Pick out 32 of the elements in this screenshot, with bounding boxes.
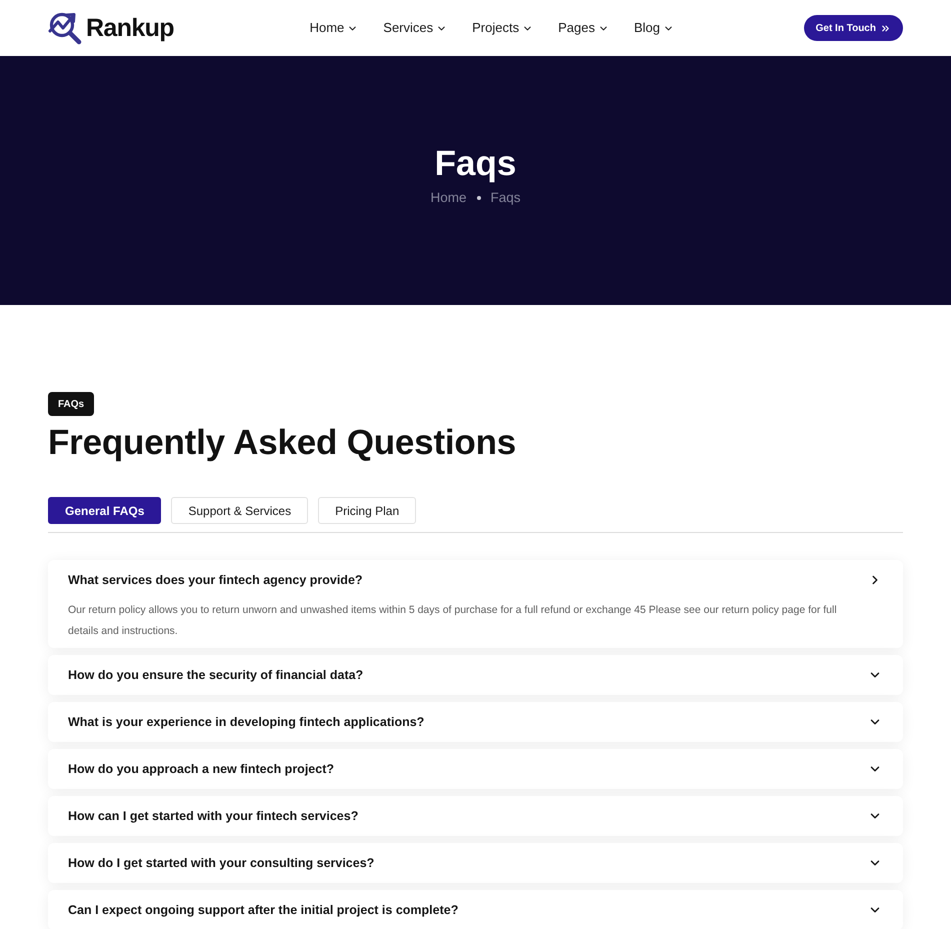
logo-magnifier-chart-icon	[48, 11, 82, 45]
breadcrumb-item: Faqs	[490, 189, 521, 207]
nav-link[interactable]: Projects	[472, 18, 534, 38]
faq-item[interactable]: How do you ensure the security of financial data?	[48, 655, 903, 695]
faq-item[interactable]: How do I get started with your consulting services?	[48, 843, 903, 883]
double-chevron-right-icon	[880, 22, 891, 34]
section-badge: FAQs	[48, 392, 94, 416]
faq-item[interactable]	[48, 560, 903, 648]
faq-question: What services does your fintech agency provide?	[68, 572, 363, 589]
faq-item[interactable]: What is your experience in developing fintech applications?	[48, 702, 903, 742]
get-in-touch-button[interactable]: Get In Touch	[804, 15, 903, 41]
section-heading: Frequently Asked Questions	[48, 422, 518, 464]
faq-tab[interactable]: Pricing Plan	[318, 497, 416, 524]
faq-question: How do you approach a new fintech project?	[68, 760, 334, 778]
nav-link[interactable]: Home	[310, 18, 358, 38]
faq-item[interactable]: Can I expect ongoing support after the initial project is complete?	[48, 890, 903, 929]
faq-question: How can I get started with your fintech services?	[68, 808, 358, 825]
nav-link[interactable]: Blog	[634, 18, 674, 38]
faq-item[interactable]: How can I get started with your fintech services?	[48, 796, 903, 836]
faq-question: How do you ensure the security of financial data?	[68, 666, 364, 684]
faq-tab[interactable]: Support & Services	[171, 497, 308, 524]
faq-question: Can I expect ongoing support after the initial project is complete?	[68, 902, 458, 919]
nav-link[interactable]: Services	[383, 18, 448, 38]
logo-wordmark[interactable]: Rankup	[86, 16, 174, 40]
nav-link[interactable]: Pages	[558, 18, 609, 38]
faq-question: How do I get started with your consulting services?	[68, 854, 374, 872]
faq-question: What is your experience in developing fintech applications?	[68, 714, 424, 731]
faq-answer: Our return policy allows you to return unworn and unwashed items within 5 days of purchase for a full refund or exchange 45 Please see our return policy page for full details and instructions.	[68, 603, 838, 639]
breadcrumb-item[interactable]: Home	[430, 188, 466, 208]
faq-item[interactable]: How do you approach a new fintech project?	[48, 749, 903, 789]
page-title: Faqs	[434, 144, 516, 184]
faq-tab[interactable]: General FAQs	[48, 497, 162, 524]
